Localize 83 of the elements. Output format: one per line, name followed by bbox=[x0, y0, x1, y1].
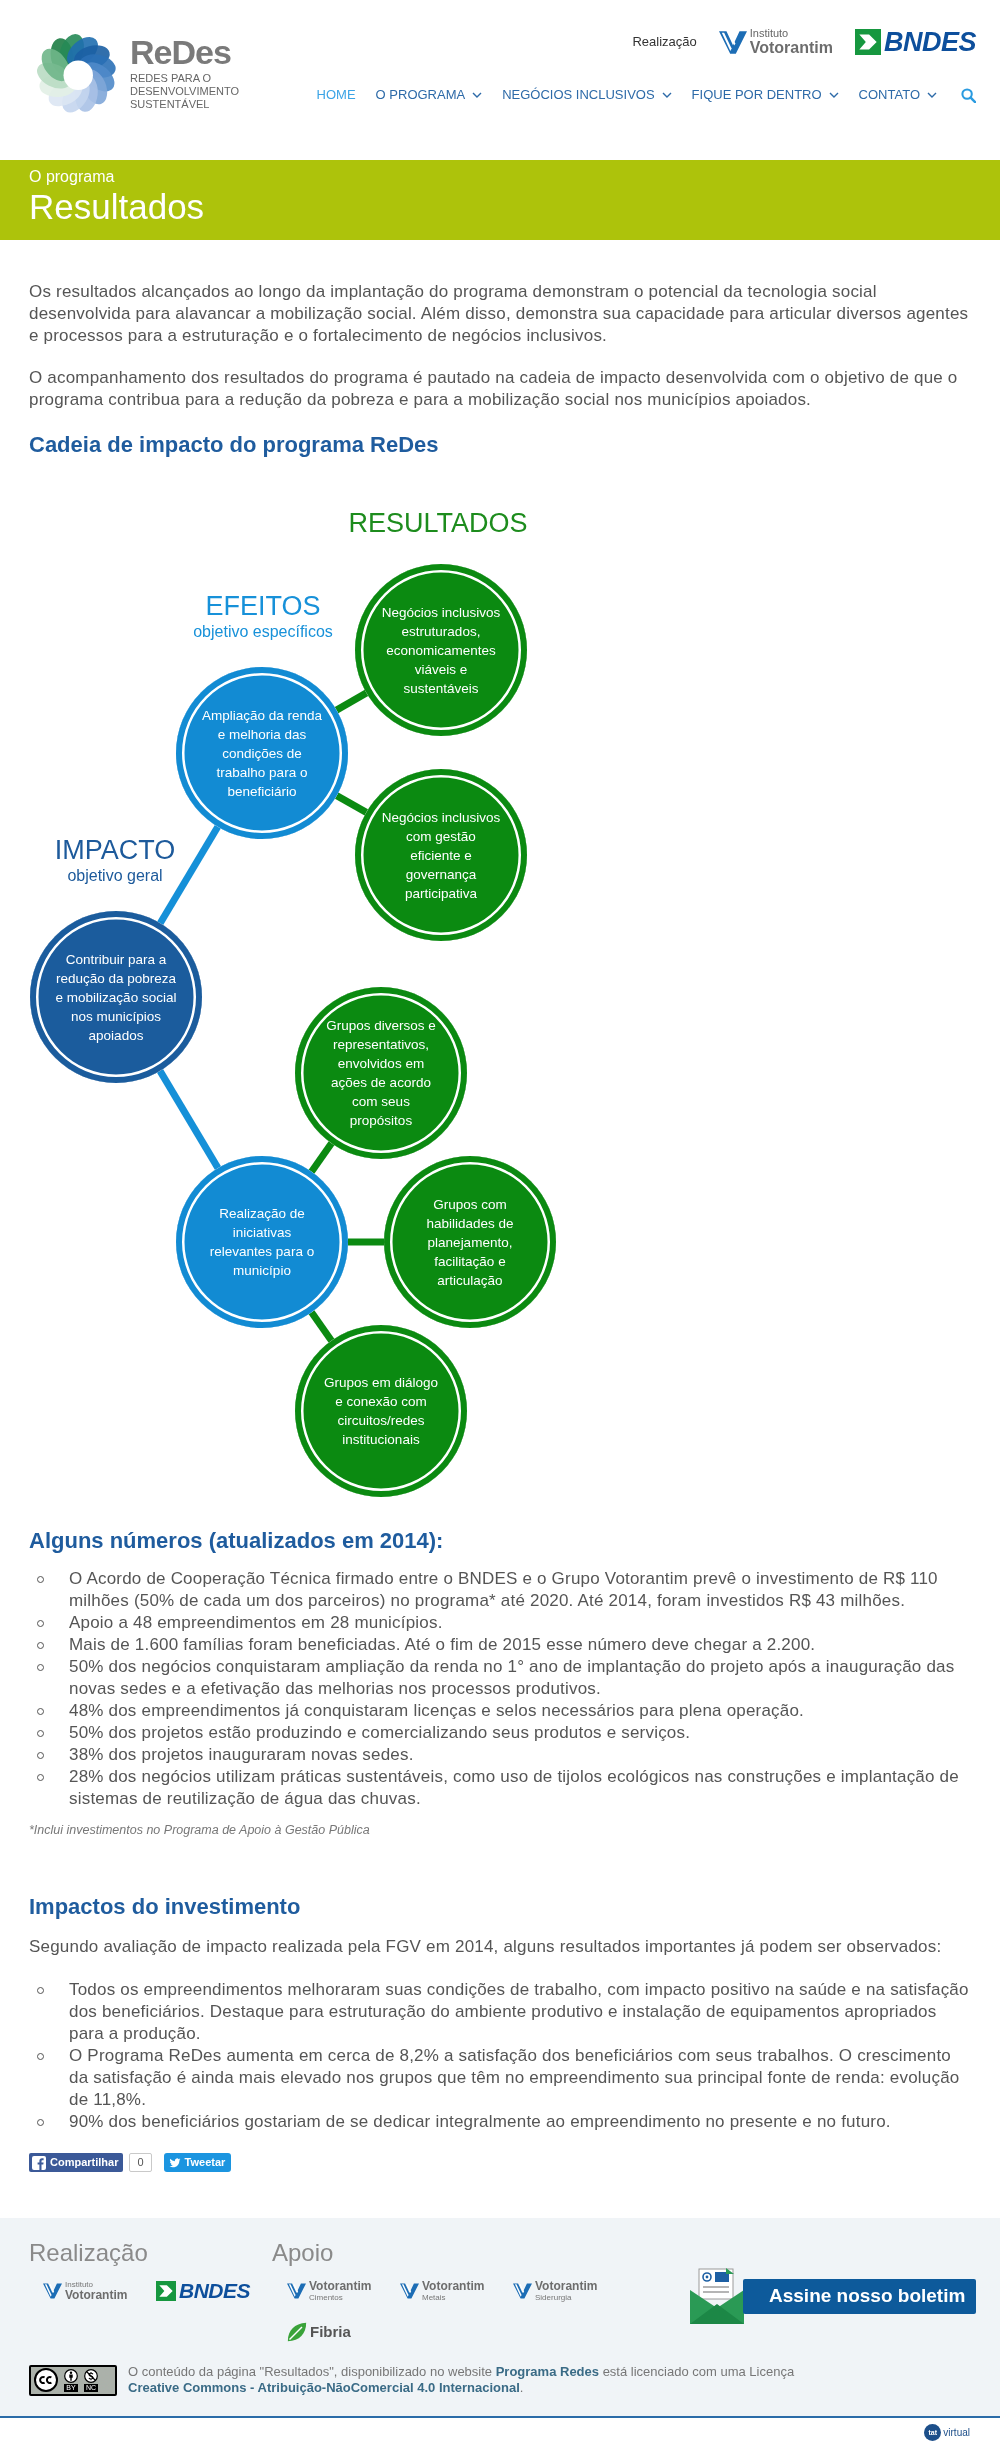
logo-title: ReDes bbox=[130, 36, 232, 68]
logo-text: Fibria bbox=[310, 2323, 351, 2341]
logo-text: Votorantim bbox=[65, 2289, 128, 2302]
level-title: IMPACTO bbox=[54, 834, 176, 866]
footer-heading: Apoio bbox=[272, 2238, 335, 2268]
v-logo-icon bbox=[513, 2283, 532, 2299]
lead-paragraph: Segundo avaliação de impacto realizada pela FGV em 2014, alguns resultados importantes já podem ser observados: bbox=[29, 1936, 943, 1958]
logo-text: Votorantim bbox=[535, 2280, 598, 2293]
license-link[interactable]: Programa Redes bbox=[495, 2364, 600, 2379]
v-logo-icon bbox=[287, 2283, 306, 2299]
section-heading: Alguns números (atualizados em 2014): bbox=[29, 1527, 445, 1555]
effect-node: Ampliação da renda e melhoria das condições de trabalho para o beneficiário bbox=[176, 667, 348, 839]
effect-node: Realização de iniciativas relevantes para o município bbox=[176, 1156, 348, 1328]
envelope-icon bbox=[690, 2268, 744, 2324]
connector-line bbox=[348, 1238, 384, 1246]
nav-link[interactable]: FIQUE POR DENTRO bbox=[691, 85, 839, 105]
person-icon bbox=[64, 2368, 78, 2383]
result-node: Negócios inclusivos estruturados, economicamentes viáveis e sustentáveis bbox=[355, 564, 527, 736]
bird-icon bbox=[168, 2156, 181, 2169]
arrow-emblem-icon bbox=[855, 29, 881, 55]
logo-caption: Instituto bbox=[749, 28, 790, 39]
cc-icon bbox=[34, 2368, 58, 2392]
f-logo-icon bbox=[32, 2155, 46, 2170]
list-item: 50% dos negócios conquistaram ampliação da renda no 1° ano de implantação do projeto após a inauguração das novas sedes e a efetivação das melhorias nos processos produtivos. bbox=[69, 1656, 956, 1700]
nav-link[interactable]: CONTATO bbox=[858, 85, 937, 105]
footnote: *Inclui investimentos no Programa de Apoio à Gestão Pública bbox=[29, 1822, 371, 1838]
tweet-button[interactable]: Tweetar bbox=[163, 2153, 232, 2172]
nav-link[interactable]: NEGÓCIOS INCLUSIVOS bbox=[502, 85, 672, 105]
logo-tagline: REDES PARA O DESENVOLVIMENTO SUSTENTÁVEL bbox=[130, 72, 240, 111]
logo-text: Votorantim bbox=[309, 2280, 372, 2293]
level-subtitle: objetivo geral bbox=[66, 866, 164, 886]
list-item: O Acordo de Cooperação Técnica firmado entre o BNDES e o Grupo Votorantim prevê o investimento de R$ 110 milhões (50% de cada um dos parceiros) no programa* até 2020. Até 2014, foram investidos R$ 43 milhões. bbox=[69, 1568, 939, 1612]
license-link[interactable]: Creative Commons - Atribuição-NãoComercial 4.0 Internacional bbox=[128, 2380, 520, 2395]
breadcrumb-section: O programa bbox=[29, 167, 971, 187]
list-item: Mais de 1.600 famílias foram beneficiadas. Até o fim de 2015 esse número deve chegar a 2.200. bbox=[69, 1634, 816, 1656]
connector-line bbox=[308, 1141, 335, 1174]
search-icon[interactable] bbox=[961, 87, 976, 103]
list-item: 28% dos negócios utilizam práticas sustentáveis, como uso de tijolos ecológicos nas construções e implantação de sistemas de reutilização de água das chuvas. bbox=[69, 1766, 960, 1810]
list-item: O Programa ReDes aumenta em cerca de 8,2% a satisfação dos beneficiários com seus trabalhos. O crescimento da satisfação é ainda mais elevado nos grupos que têm no empreendimento sua principal fonte de renda: evolução de 11,8%. bbox=[69, 2045, 961, 2111]
logo-text: BNDES bbox=[179, 2280, 250, 2302]
list-item: 50% dos projetos estão produzindo e comercializando seus produtos e serviços. bbox=[69, 1722, 691, 1744]
logo-caption: Siderurgia bbox=[535, 2293, 573, 2302]
logo-caption: Cimentos bbox=[309, 2293, 344, 2302]
leaf-icon bbox=[287, 2322, 307, 2342]
impact-node: Contribuir para a redução da pobreza e mobilização social nos municípios apoiados bbox=[30, 911, 202, 1083]
arrow-emblem-icon bbox=[156, 2281, 176, 2301]
level-subtitle: objetivo específicos bbox=[193, 622, 333, 642]
v-logo-icon bbox=[43, 2283, 62, 2299]
v-logo-icon bbox=[400, 2283, 419, 2299]
logo-text: Votorantim bbox=[422, 2280, 485, 2293]
logo-caption: Metais bbox=[422, 2293, 447, 2302]
share-count: 0 bbox=[129, 2153, 152, 2172]
result-node: Grupos diversos e representativos, envolvidos em ações de acordo com seus propósitos bbox=[295, 987, 467, 1159]
list-item: 48% dos empreendimentos já conquistaram licenças e selos necessários para plena operação. bbox=[69, 1700, 805, 1722]
list-item: 38% dos projetos inauguraram novas sedes. bbox=[69, 1744, 414, 1766]
list-item: Apoio a 48 empreendimentos em 28 municípios. bbox=[69, 1612, 443, 1634]
connector-line bbox=[334, 689, 369, 714]
intro-paragraph: O acompanhamento dos resultados do programa é pautado na cadeia de impacto desenvolvida com o objetivo de que o programa contribua para a redução da pobreza e para a mobilização social nos municípios apoiados. bbox=[29, 367, 959, 411]
result-node: Grupos com habilidades de planejamento, facilitação e articulação bbox=[384, 1156, 556, 1328]
no-dollar-icon bbox=[84, 2368, 99, 2383]
list-item: Todos os empreendimentos melhoraram suas condições de trabalho, com impacto positivo na saúde e na satisfação dos beneficiários. Destaque para estruturação do ambiente produtivo e instalação de equipamentos apropriados para a produção. bbox=[69, 1979, 970, 2045]
v-logo-icon bbox=[718, 30, 747, 54]
license-text: O conteúdo da página "Resultados", disponibilizado no website Programa Redes está licenciado com uma Licença Creative Commons - Atribuição-NãoComercial 4.0 Internacional. bbox=[128, 2364, 796, 2396]
nav-link[interactable]: O PROGRAMA bbox=[375, 85, 483, 105]
share-button[interactable]: Compartilhar bbox=[29, 2153, 124, 2172]
logo-text: Votorantim bbox=[749, 39, 833, 56]
connector-line bbox=[308, 1310, 335, 1343]
partners-label: Realização bbox=[632, 33, 697, 52]
intro-paragraph: Os resultados alcançados ao longo da implantação do programa demonstram o potencial da tecnologia social desenvolvida para alavancar a mobilização social. Além disso, demonstra sua capacidade para articular diversos agentes e processos para a estruturação e o fortalecimento de negócios inclusivos. bbox=[29, 281, 970, 347]
footer-heading: Realização bbox=[29, 2238, 149, 2268]
result-node: Grupos em diálogo e conexão com circuitos/redes institucionais bbox=[295, 1325, 467, 1497]
logo-caption: Instituto bbox=[65, 2280, 94, 2289]
list-item: 90% dos beneficiários gostariam de se dedicar integralmente ao empreendimento no presente e no futuro. bbox=[69, 2111, 891, 2133]
section-heading: Cadeia de impacto do programa ReDes bbox=[29, 431, 440, 459]
result-node: Negócios inclusivos com gestão eficiente e governança participativa bbox=[355, 769, 527, 941]
level-title: RESULTADOS bbox=[348, 507, 528, 539]
connector-line bbox=[334, 792, 369, 816]
page-title: Resultados bbox=[29, 187, 206, 227]
section-heading: Impactos do investimento bbox=[29, 1893, 302, 1921]
subscribe-button[interactable]: Assine nosso boletim bbox=[743, 2278, 976, 2314]
logo-text: BNDES bbox=[884, 28, 976, 56]
credit-name[interactable]: virtual bbox=[943, 2424, 970, 2441]
level-title: EFEITOS bbox=[204, 590, 322, 622]
